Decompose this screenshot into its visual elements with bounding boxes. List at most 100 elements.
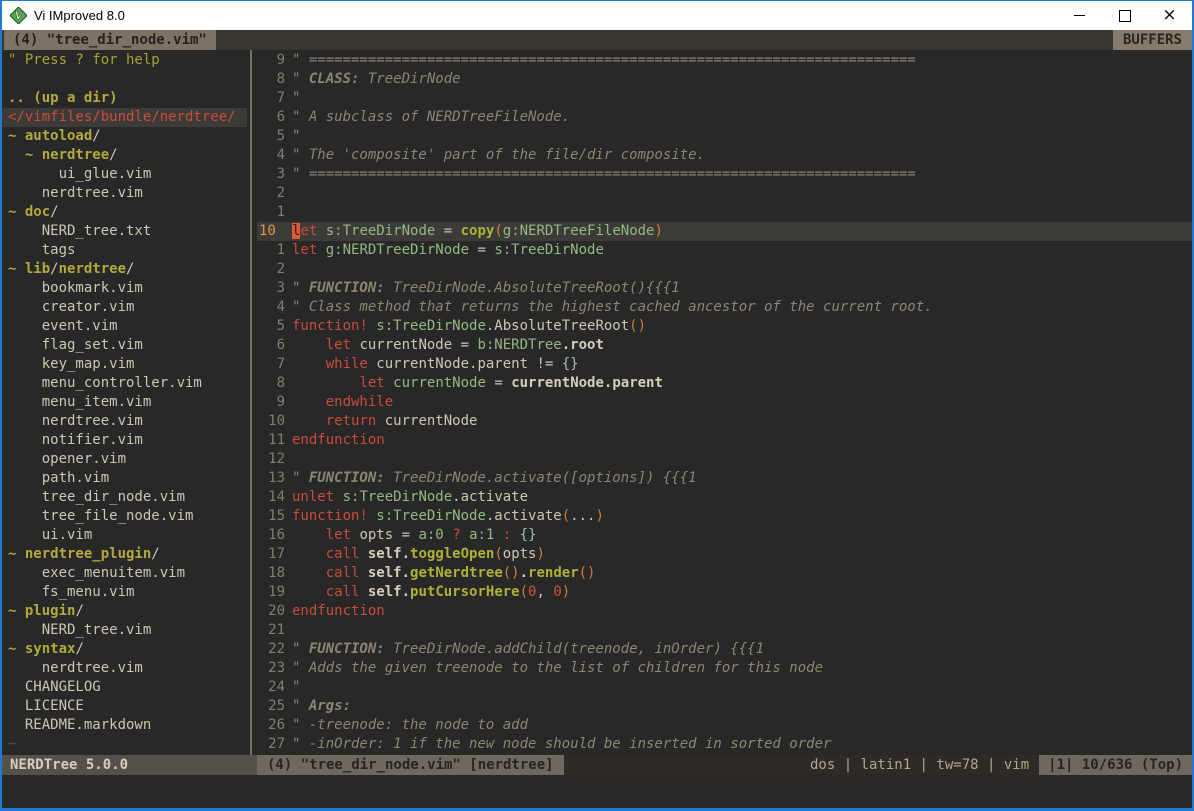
- window-title: Vi IMproved 8.0: [34, 8, 125, 23]
- tree-item[interactable]: nerdtree.vim: [2, 659, 247, 678]
- vim-app-icon: [10, 7, 27, 24]
- code-line[interactable]: 11endfunction: [257, 431, 1192, 450]
- line-number: 3: [257, 165, 285, 184]
- line-number: 19: [257, 583, 285, 602]
- window-controls: ×: [1057, 1, 1192, 30]
- code-line[interactable]: 1let g:NERDTreeDirNode = s:TreeDirNode: [257, 241, 1192, 260]
- tree-item[interactable]: exec_menuitem.vim: [2, 564, 247, 583]
- code-line[interactable]: 3" =====================================…: [257, 165, 1192, 184]
- code-line[interactable]: 5function! s:TreeDirNode.AbsoluteTreeRoo…: [257, 317, 1192, 336]
- tree-item[interactable]: ~ nerdtree/: [2, 146, 247, 165]
- code-line[interactable]: 26" -treenode: the node to add: [257, 716, 1192, 735]
- tree-item[interactable]: notifier.vim: [2, 431, 247, 450]
- tree-item[interactable]: ~: [2, 735, 247, 754]
- line-number: 1: [257, 203, 285, 222]
- tree-item[interactable]: ui_glue.vim: [2, 165, 247, 184]
- tree-item[interactable]: .. (up a dir): [2, 89, 247, 108]
- line-number: 8: [257, 70, 285, 89]
- line-number: 2: [257, 260, 285, 279]
- code-line[interactable]: 3" FUNCTION: TreeDirNode.AbsoluteTreeRoo…: [257, 279, 1192, 298]
- tree-item[interactable]: ~ autoload/: [2, 127, 247, 146]
- line-number: 25: [257, 697, 285, 716]
- tree-item[interactable]: ~ lib/nerdtree/: [2, 260, 247, 279]
- vim-window: Vi IMproved 8.0 × (4) "tree_dir_node.vim…: [0, 0, 1194, 811]
- tree-item[interactable]: CHANGELOG: [2, 678, 247, 697]
- code-line[interactable]: 24": [257, 678, 1192, 697]
- code-line[interactable]: 20endfunction: [257, 602, 1192, 621]
- tree-item[interactable]: fs_menu.vim: [2, 583, 247, 602]
- code-line[interactable]: 4" The 'composite' part of the file/dir …: [257, 146, 1192, 165]
- code-line[interactable]: 10let s:TreeDirNode = copy(g:NERDTreeFil…: [257, 222, 1192, 241]
- code-line[interactable]: 16 let opts = a:0 ? a:1 : {}: [257, 526, 1192, 545]
- code-line[interactable]: 15function! s:TreeDirNode.activate(...): [257, 507, 1192, 526]
- close-button[interactable]: ×: [1147, 1, 1192, 30]
- tree-item[interactable]: bookmark.vim: [2, 279, 247, 298]
- tree-item[interactable]: ~ nerdtree_plugin/: [2, 545, 247, 564]
- code-line[interactable]: 7 while currentNode.parent != {}: [257, 355, 1192, 374]
- tree-item[interactable]: NERD_tree.vim: [2, 621, 247, 640]
- code-line[interactable]: 6 let currentNode = b:NERDTree.root: [257, 336, 1192, 355]
- tree-item[interactable]: README.markdown: [2, 716, 247, 735]
- window-separator[interactable]: [247, 50, 257, 755]
- code-line[interactable]: 17 call self.toggleOpen(opts): [257, 545, 1192, 564]
- code-line[interactable]: 2: [257, 184, 1192, 203]
- tree-item[interactable]: creator.vim: [2, 298, 247, 317]
- code-line[interactable]: 5": [257, 127, 1192, 146]
- code-line[interactable]: 23" Adds the given treenode to the list …: [257, 659, 1192, 678]
- line-number: 21: [257, 621, 285, 640]
- line-number: 27: [257, 735, 285, 754]
- tree-item[interactable]: " Press ? for help: [2, 51, 247, 70]
- code-line[interactable]: 9 endwhile: [257, 393, 1192, 412]
- minimize-button[interactable]: [1057, 1, 1102, 30]
- tree-item[interactable]: tree_file_node.vim: [2, 507, 247, 526]
- code-line[interactable]: 21: [257, 621, 1192, 640]
- code-line[interactable]: 19 call self.putCursorHere(0, 0): [257, 583, 1192, 602]
- code-line[interactable]: 4" Class method that returns the highest…: [257, 298, 1192, 317]
- code-line[interactable]: 14unlet s:TreeDirNode.activate: [257, 488, 1192, 507]
- tree-item[interactable]: nerdtree.vim: [2, 412, 247, 431]
- tree-item[interactable]: flag_set.vim: [2, 336, 247, 355]
- maximize-button[interactable]: [1102, 1, 1147, 30]
- tree-item[interactable]: ~ plugin/: [2, 602, 247, 621]
- tree-item[interactable]: ui.vim: [2, 526, 247, 545]
- tree-item[interactable]: tree_dir_node.vim: [2, 488, 247, 507]
- tree-item[interactable]: </vimfiles/bundle/nerdtree/: [2, 108, 247, 127]
- minimize-icon: [1074, 15, 1085, 16]
- code-line[interactable]: 6" A subclass of NERDTreeFileNode.: [257, 108, 1192, 127]
- tree-item[interactable]: path.vim: [2, 469, 247, 488]
- code-line[interactable]: 18 call self.getNerdtree().render(): [257, 564, 1192, 583]
- code-line[interactable]: 27" -inOrder: 1 if the new node should b…: [257, 735, 1192, 754]
- code-line[interactable]: 10 return currentNode: [257, 412, 1192, 431]
- command-line[interactable]: [2, 775, 1192, 808]
- line-number: 4: [257, 298, 285, 317]
- code-line[interactable]: 8" CLASS: TreeDirNode: [257, 70, 1192, 89]
- tree-item[interactable]: menu_controller.vim: [2, 374, 247, 393]
- code-line[interactable]: 8 let currentNode = currentNode.parent: [257, 374, 1192, 393]
- tree-item[interactable]: nerdtree.vim: [2, 184, 247, 203]
- code-line[interactable]: 13" FUNCTION: TreeDirNode.activate([opti…: [257, 469, 1192, 488]
- code-line[interactable]: 9" =====================================…: [257, 51, 1192, 70]
- maximize-icon: [1119, 10, 1131, 22]
- code-line[interactable]: 7": [257, 89, 1192, 108]
- code-line[interactable]: 2: [257, 260, 1192, 279]
- line-number: 24: [257, 678, 285, 697]
- code-line[interactable]: 1: [257, 203, 1192, 222]
- file-format-info: dos | latin1 | tw=78 | vim: [810, 755, 1039, 775]
- tree-item[interactable]: ~ doc/: [2, 203, 247, 222]
- tree-item[interactable]: menu_item.vim: [2, 393, 247, 412]
- tree-item[interactable]: key_map.vim: [2, 355, 247, 374]
- tree-item[interactable]: NERD_tree.txt: [2, 222, 247, 241]
- line-number: 15: [257, 507, 285, 526]
- tree-item[interactable]: ~ syntax/: [2, 640, 247, 659]
- statusline: NERDTree 5.0.0 (4) "tree_dir_node.vim" […: [2, 755, 1192, 775]
- tree-item[interactable]: tags: [2, 241, 247, 260]
- code-line[interactable]: 12: [257, 450, 1192, 469]
- code-line[interactable]: 22" FUNCTION: TreeDirNode.addChild(treen…: [257, 640, 1192, 659]
- line-number: 1: [257, 241, 285, 260]
- tree-item: [2, 70, 247, 89]
- tree-item[interactable]: opener.vim: [2, 450, 247, 469]
- code-line[interactable]: 25" Args:: [257, 697, 1192, 716]
- tab-tree-dir-node[interactable]: (4) "tree_dir_node.vim": [4, 30, 216, 50]
- tree-item[interactable]: LICENCE: [2, 697, 247, 716]
- tree-item[interactable]: event.vim: [2, 317, 247, 336]
